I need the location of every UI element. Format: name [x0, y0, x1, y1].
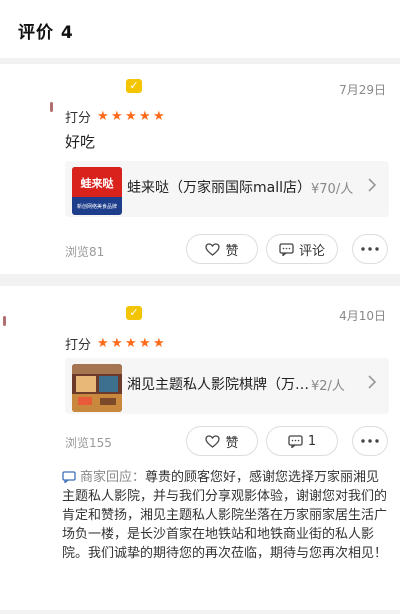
more-dots-icon [361, 247, 379, 251]
reply-bubble-icon [62, 471, 76, 483]
star-icon: ★ [139, 336, 151, 351]
review-date: 4月10日 [339, 309, 386, 323]
avatar[interactable] [3, 316, 6, 326]
shop-thumbnail [72, 364, 122, 412]
shop-price: ¥70/人 [311, 182, 354, 197]
star-rating: ★ ★ ★ ★ ★ [97, 337, 167, 350]
comment-button[interactable]: 1 [266, 426, 338, 456]
more-button[interactable] [352, 234, 388, 264]
avatar[interactable] [50, 102, 53, 112]
chevron-right-icon [368, 375, 377, 389]
reviews-title: 评价 4 [18, 23, 74, 43]
shop-name: 湘见主题私人影院棋牌（万家丽店） [127, 377, 312, 393]
like-button[interactable]: 赞 [186, 426, 258, 456]
shop-card[interactable]: 蛙来哒 新创网络美食品牌 蛙来哒（万家丽国际mall店） ¥70/人 [65, 161, 389, 217]
star-icon: ★ [97, 336, 109, 351]
vip-badge-icon: ✓ [126, 79, 142, 93]
like-button[interactable]: 赞 [186, 234, 258, 264]
like-label: 赞 [225, 243, 239, 259]
heart-icon [205, 242, 221, 256]
reviews-header: 评价 4 [0, 0, 400, 58]
more-dots-icon [361, 439, 379, 443]
shop-card[interactable]: 湘见主题私人影院棋牌（万家丽店） ¥2/人 [65, 358, 389, 414]
score-label: 打分 [65, 338, 92, 353]
shop-logo-subtext: 新创网络美食品牌 [77, 203, 117, 210]
review-card: ✓ 7月29日 打分 ★ ★ ★ ★ ★ 好吃 蛙来哒 新创网络美食品牌 蛙来哒… [0, 64, 400, 274]
star-rating: ★ ★ ★ ★ ★ [97, 110, 167, 123]
star-icon: ★ [139, 109, 151, 124]
like-label: 赞 [225, 435, 239, 451]
merchant-reply-label: 商家回应： [80, 470, 146, 485]
view-count: 浏览155 [65, 436, 112, 450]
review-text: 好吃 [65, 133, 96, 151]
score-label: 打分 [65, 111, 92, 126]
star-icon: ★ [111, 109, 123, 124]
star-icon: ★ [125, 109, 137, 124]
score-row: 打分 ★ ★ ★ ★ ★ [65, 334, 167, 353]
star-icon: ★ [111, 336, 123, 351]
star-icon: ★ [97, 109, 109, 124]
merchant-reply: 商家回应：尊贵的顾客您好，感谢您选择万家丽湘见主题私人影院，并与我们分享观影体验… [62, 468, 388, 563]
shop-thumbnail: 蛙来哒 新创网络美食品牌 [72, 167, 122, 215]
shop-name: 蛙来哒（万家丽国际mall店） [127, 180, 311, 196]
comment-count: 1 [307, 433, 317, 449]
star-icon: ★ [125, 336, 137, 351]
comment-icon [279, 242, 294, 256]
view-count: 浏览81 [65, 245, 105, 259]
star-icon: ★ [153, 336, 165, 351]
shop-price: ¥2/人 [311, 379, 345, 394]
comment-icon [288, 434, 303, 448]
vip-badge-icon: ✓ [126, 306, 142, 320]
review-date: 7月29日 [339, 83, 386, 97]
shop-logo-text: 蛙来哒 [81, 176, 114, 190]
more-button[interactable] [352, 426, 388, 456]
heart-icon [205, 434, 221, 448]
score-row: 打分 ★ ★ ★ ★ ★ [65, 107, 167, 126]
chevron-right-icon [368, 178, 377, 192]
comment-button[interactable]: 评论 [266, 234, 338, 264]
comment-label: 评论 [298, 243, 325, 259]
star-icon: ★ [153, 109, 165, 124]
review-card: ✓ 4月10日 打分 ★ ★ ★ ★ ★ 湘见主题私人影院棋牌（万家丽店） ¥2… [0, 286, 400, 610]
